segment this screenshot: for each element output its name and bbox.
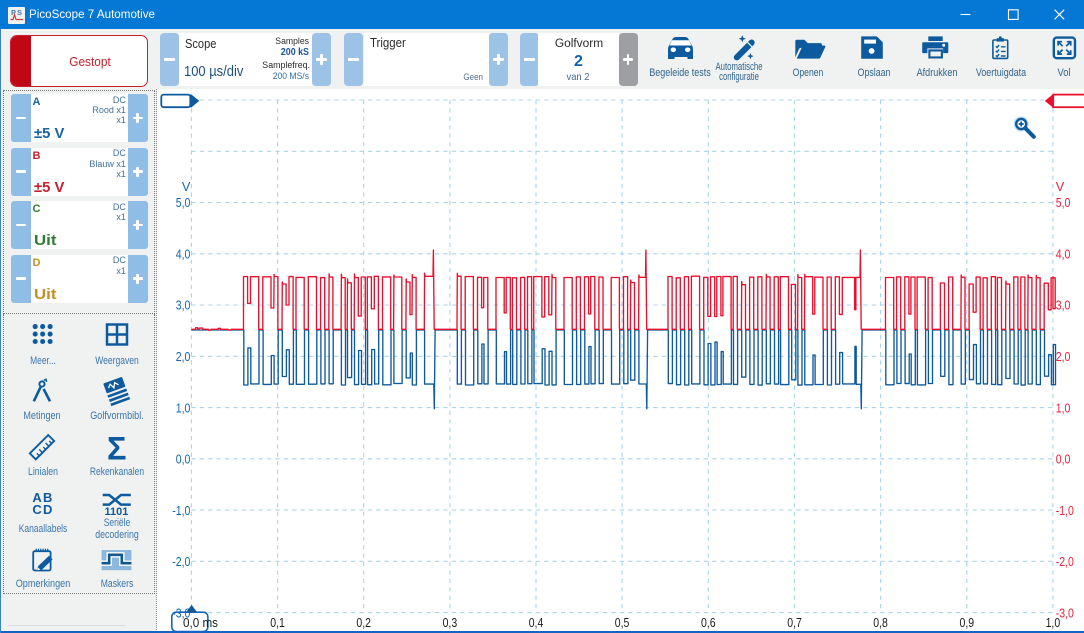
svg-text:0,8: 0,8 [873,616,888,630]
svg-text:-2,0: -2,0 [172,555,190,569]
svg-text:5,0: 5,0 [1056,196,1071,210]
svg-text:1,0: 1,0 [1046,616,1061,630]
svg-text:5,0: 5,0 [176,196,191,210]
svg-text:0,5: 0,5 [615,616,630,630]
svg-text:0,2: 0,2 [356,616,371,630]
svg-text:3,0: 3,0 [1056,299,1071,313]
svg-text:4,0: 4,0 [176,248,191,262]
svg-text:0,0: 0,0 [176,453,191,467]
svg-text:CD: CD [32,502,53,517]
svg-text:-1,0: -1,0 [1056,504,1074,518]
svg-text:0,3: 0,3 [443,616,458,630]
svg-text:0,4: 0,4 [529,616,544,630]
svg-text:0,7: 0,7 [787,616,802,630]
svg-text:V: V [182,180,191,194]
svg-text:2,0: 2,0 [1056,350,1071,364]
svg-text:PS: PS [11,8,22,17]
svg-text:V: V [1056,180,1065,194]
svg-text:4,0: 4,0 [1056,248,1071,262]
svg-text:0,0 ms: 0,0 ms [183,616,218,630]
svg-text:0,0: 0,0 [1056,453,1071,467]
svg-text:Σ: Σ [107,430,127,466]
svg-text:0,9: 0,9 [960,616,975,630]
svg-text:-2,0: -2,0 [1056,555,1074,569]
svg-text:0,1: 0,1 [270,616,285,630]
svg-text:1,0: 1,0 [1056,401,1071,415]
svg-text:-1,0: -1,0 [172,504,190,518]
svg-text:3,0: 3,0 [176,299,191,313]
svg-text:0,6: 0,6 [701,616,716,630]
